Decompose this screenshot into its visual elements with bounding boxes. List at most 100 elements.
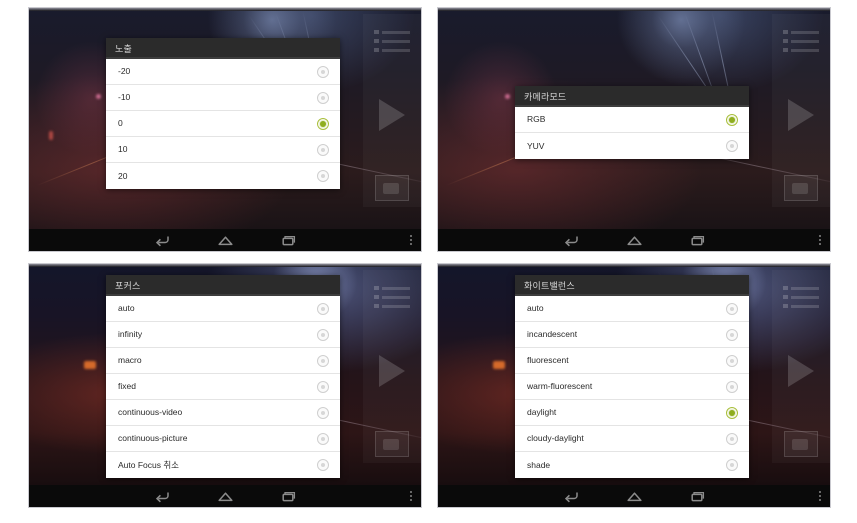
- play-icon[interactable]: [379, 99, 405, 131]
- radio-button-icon[interactable]: [317, 354, 329, 367]
- radio-button-icon-selected[interactable]: [726, 406, 738, 419]
- list-item[interactable]: cloudy-daylight: [515, 426, 749, 452]
- overflow-menu-icon[interactable]: [410, 235, 412, 245]
- radio-button-icon[interactable]: [317, 432, 329, 445]
- radio-button-icon[interactable]: [726, 432, 738, 445]
- light-blob: [95, 93, 101, 99]
- radio-button-icon[interactable]: [317, 328, 329, 341]
- option-label: RGB: [527, 114, 546, 125]
- device-bezel: [438, 264, 830, 267]
- list-item[interactable]: -20: [106, 59, 340, 85]
- radio-button-icon[interactable]: [317, 406, 329, 419]
- settings-list-icon[interactable]: [783, 286, 819, 313]
- list-item[interactable]: shade: [515, 452, 749, 478]
- option-label: shade: [527, 459, 551, 470]
- option-list: auto infinity macro fixed continuous-vid…: [106, 296, 340, 478]
- recent-apps-icon[interactable]: [280, 234, 297, 247]
- home-icon[interactable]: [217, 490, 234, 503]
- option-label: 0: [118, 118, 123, 129]
- android-navigation-bar: [29, 485, 421, 507]
- settings-list-icon[interactable]: [374, 30, 410, 57]
- camera-control-rail: [772, 14, 830, 207]
- list-item[interactable]: infinity: [106, 322, 340, 348]
- list-item[interactable]: continuous-picture: [106, 426, 340, 452]
- list-item[interactable]: incandescent: [515, 322, 749, 348]
- radio-button-icon[interactable]: [317, 91, 329, 104]
- option-label: continuous-picture: [118, 433, 188, 444]
- radio-button-icon[interactable]: [726, 302, 738, 315]
- android-navigation-bar: [438, 229, 830, 251]
- settings-list-icon[interactable]: [374, 286, 410, 313]
- radio-button-icon[interactable]: [726, 459, 738, 471]
- play-icon[interactable]: [788, 99, 814, 131]
- list-item[interactable]: 20: [106, 163, 340, 189]
- overflow-menu-icon[interactable]: [410, 491, 412, 501]
- radio-button-icon[interactable]: [317, 170, 329, 182]
- radio-button-icon[interactable]: [726, 140, 738, 152]
- option-label: continuous-video: [118, 407, 183, 418]
- radio-button-icon[interactable]: [317, 459, 329, 471]
- option-label: cloudy-daylight: [527, 433, 584, 444]
- radio-button-icon-selected[interactable]: [726, 113, 738, 126]
- list-item[interactable]: 10: [106, 137, 340, 163]
- recent-apps-icon[interactable]: [689, 490, 706, 503]
- dialog-title: 화이트밸런스: [515, 275, 749, 296]
- option-label: warm-fluorescent: [527, 381, 593, 392]
- home-icon[interactable]: [626, 490, 643, 503]
- list-item[interactable]: macro: [106, 348, 340, 374]
- option-label: Auto Focus 취소: [118, 459, 179, 470]
- last-capture-thumbnail[interactable]: [375, 175, 409, 201]
- option-label: auto: [118, 303, 135, 314]
- radio-button-icon[interactable]: [726, 354, 738, 367]
- back-icon[interactable]: [154, 234, 171, 247]
- tablet-frame-exposure: 노출 -20 -10 0 10 20: [28, 7, 422, 252]
- option-list: auto incandescent fluorescent warm-fluor…: [515, 296, 749, 478]
- back-icon[interactable]: [563, 234, 580, 247]
- list-item[interactable]: fixed: [106, 374, 340, 400]
- last-capture-thumbnail[interactable]: [375, 431, 409, 457]
- list-item[interactable]: YUV: [515, 133, 749, 159]
- radio-button-icon-selected[interactable]: [317, 117, 329, 130]
- option-label: incandescent: [527, 329, 578, 340]
- tablet-frame-focus: 포커스 auto infinity macro fixed continuous…: [28, 263, 422, 508]
- radio-button-icon[interactable]: [726, 328, 738, 341]
- list-item[interactable]: continuous-video: [106, 400, 340, 426]
- radio-button-icon[interactable]: [317, 65, 329, 78]
- play-icon[interactable]: [379, 355, 405, 387]
- list-item[interactable]: daylight: [515, 400, 749, 426]
- radio-button-icon[interactable]: [317, 302, 329, 315]
- option-label: infinity: [118, 329, 143, 340]
- last-capture-thumbnail[interactable]: [784, 431, 818, 457]
- tablet-frame-white-balance: 화이트밸런스 auto incandescent fluorescent war…: [437, 263, 831, 508]
- camera-control-rail: [772, 270, 830, 463]
- device-bezel: [29, 264, 421, 267]
- home-icon[interactable]: [626, 234, 643, 247]
- overflow-menu-icon[interactable]: [819, 235, 821, 245]
- list-item[interactable]: warm-fluorescent: [515, 374, 749, 400]
- device-bezel: [438, 8, 830, 11]
- back-icon[interactable]: [154, 490, 171, 503]
- radio-button-icon[interactable]: [317, 380, 329, 393]
- list-item[interactable]: Auto Focus 취소: [106, 452, 340, 478]
- settings-list-icon[interactable]: [783, 30, 819, 57]
- tablet-frame-camera-mode: 카메라모드 RGB YUV: [437, 7, 831, 252]
- radio-button-icon[interactable]: [726, 380, 738, 393]
- recent-apps-icon[interactable]: [280, 490, 297, 503]
- list-item[interactable]: fluorescent: [515, 348, 749, 374]
- play-icon[interactable]: [788, 355, 814, 387]
- list-item[interactable]: auto: [106, 296, 340, 322]
- overflow-menu-icon[interactable]: [819, 491, 821, 501]
- dialog-camera-mode: 카메라모드 RGB YUV: [515, 86, 749, 159]
- last-capture-thumbnail[interactable]: [784, 175, 818, 201]
- back-icon[interactable]: [563, 490, 580, 503]
- camera-control-rail: [363, 270, 421, 463]
- list-item[interactable]: 0: [106, 111, 340, 137]
- radio-button-icon[interactable]: [317, 143, 329, 156]
- option-label: fixed: [118, 381, 136, 392]
- option-label: 10: [118, 144, 128, 155]
- home-icon[interactable]: [217, 234, 234, 247]
- list-item[interactable]: -10: [106, 85, 340, 111]
- list-item[interactable]: auto: [515, 296, 749, 322]
- recent-apps-icon[interactable]: [689, 234, 706, 247]
- list-item[interactable]: RGB: [515, 107, 749, 133]
